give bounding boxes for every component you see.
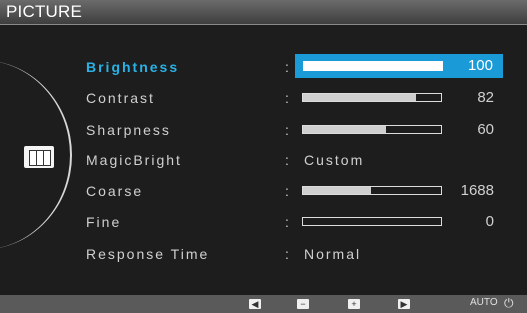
fine-bar — [302, 217, 442, 226]
contrast-bar-fill — [303, 94, 417, 101]
right-triangle-icon[interactable]: ▶ — [398, 299, 410, 309]
menu-row-response-time[interactable]: Response Time : Normal — [86, 243, 516, 265]
menu-separator: : — [285, 152, 289, 168]
menu-row-sharpness[interactable]: Sharpness : 60 — [86, 119, 516, 141]
menu-row-brightness[interactable]: Brightness : — [86, 56, 516, 78]
menu-label-fine: Fine — [86, 214, 122, 230]
menu-label-magicbright: MagicBright — [86, 152, 182, 168]
menu-separator: : — [285, 183, 289, 199]
sharpness-bar — [302, 125, 442, 134]
contrast-value: 82 — [477, 89, 494, 106]
power-icon[interactable]: ⏻ — [504, 296, 514, 311]
fine-value: 0 — [485, 213, 494, 230]
menu-row-fine[interactable]: Fine : 0 — [86, 211, 516, 233]
sharpness-value: 60 — [477, 121, 494, 138]
menu-label-coarse: Coarse — [86, 183, 144, 199]
menu-row-contrast[interactable]: Contrast : 82 — [86, 87, 516, 109]
menu-label-sharpness: Sharpness — [86, 122, 171, 138]
menu-label-brightness: Brightness — [86, 59, 180, 75]
coarse-value: 1688 — [460, 182, 494, 199]
minus-icon[interactable]: − — [297, 299, 309, 309]
sharpness-bar-fill — [303, 126, 386, 133]
menu-title: PICTURE — [6, 2, 83, 21]
menu-separator: : — [285, 59, 289, 75]
osd-window: PICTURE 100 Brightness : Contrast : 82 S… — [0, 0, 527, 313]
coarse-bar — [302, 186, 442, 195]
title-bar: PICTURE — [0, 0, 527, 25]
control-bar: ◀ − + ▶ AUTO ⏻ — [0, 295, 527, 313]
menu-label-response-time: Response Time — [86, 246, 210, 262]
menu-row-magicbright[interactable]: MagicBright : Custom — [86, 149, 516, 171]
picture-menu-icon[interactable] — [24, 146, 54, 168]
response-time-value: Normal — [304, 246, 362, 262]
menu-separator: : — [285, 214, 289, 230]
auto-button[interactable]: AUTO — [470, 297, 498, 308]
menu-row-coarse[interactable]: Coarse : 1688 — [86, 180, 516, 202]
menu-separator: : — [285, 122, 289, 138]
magicbright-value: Custom — [304, 152, 365, 168]
menu-separator: : — [285, 90, 289, 106]
left-triangle-icon[interactable]: ◀ — [249, 299, 261, 309]
coarse-bar-fill — [303, 187, 371, 194]
contrast-bar — [302, 93, 442, 102]
menu-label-contrast: Contrast — [86, 90, 155, 106]
plus-icon[interactable]: + — [348, 299, 360, 309]
menu-separator: : — [285, 246, 289, 262]
